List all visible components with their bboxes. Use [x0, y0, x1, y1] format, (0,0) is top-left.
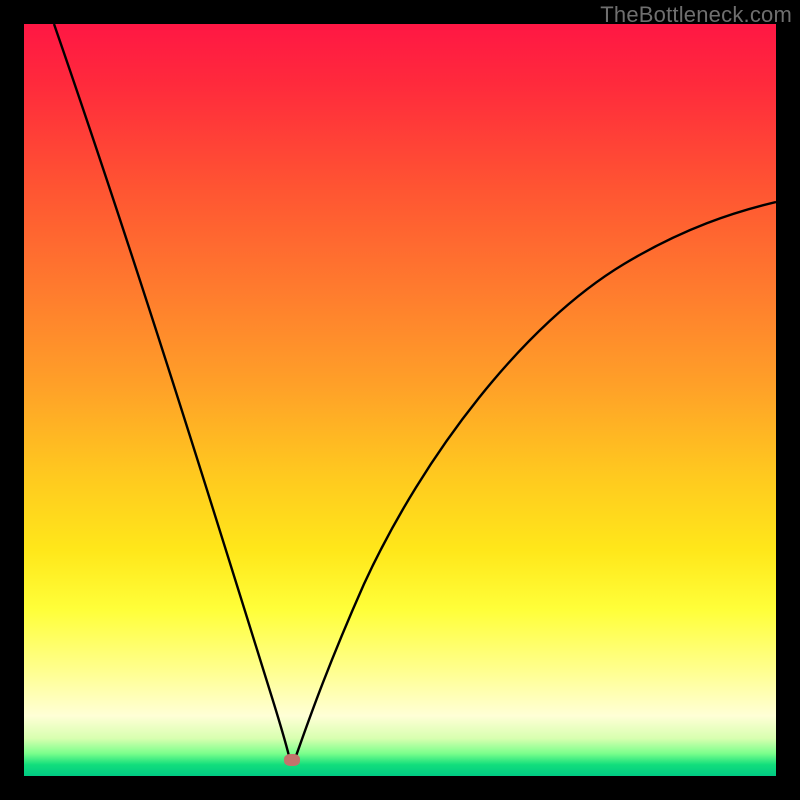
chart-plot-area	[24, 24, 776, 776]
chart-frame: TheBottleneck.com	[0, 0, 800, 800]
curve-path	[54, 24, 776, 756]
bottleneck-curve	[24, 24, 776, 776]
optimal-point-marker	[284, 754, 300, 766]
watermark-text: TheBottleneck.com	[600, 2, 792, 28]
